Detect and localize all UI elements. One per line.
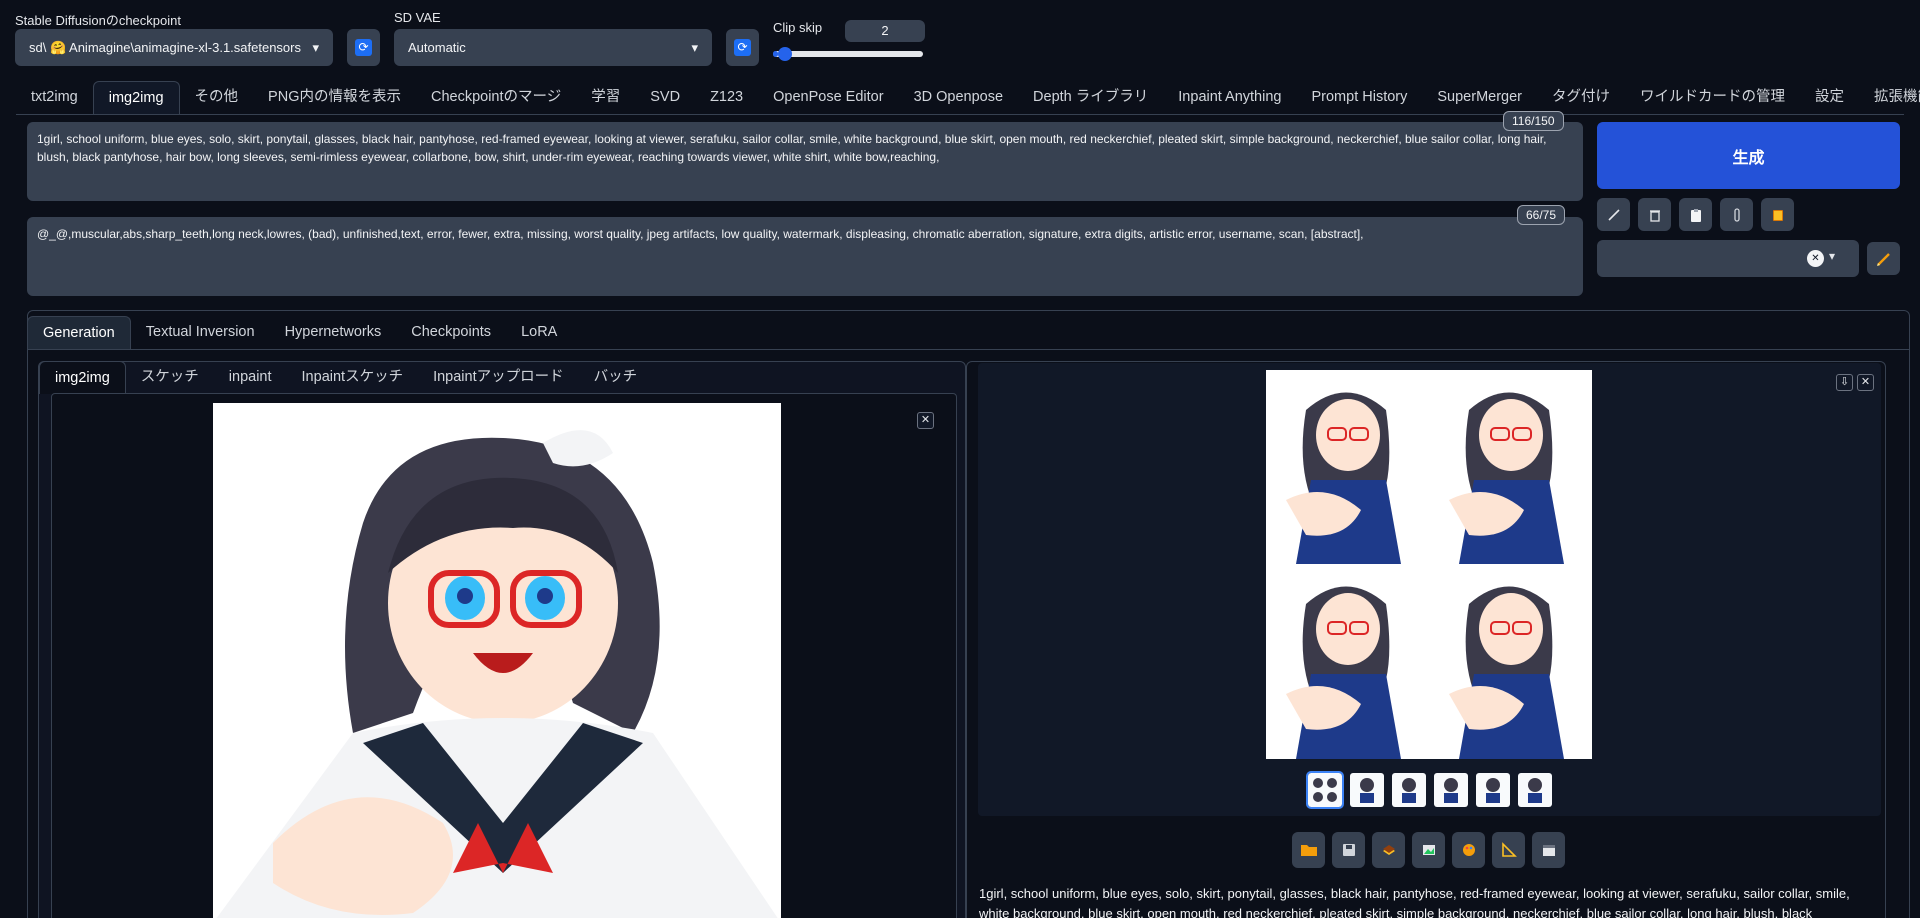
tab-supermerger[interactable]: SuperMerger <box>1422 81 1537 114</box>
tab-hypernetworks[interactable]: Hypernetworks <box>270 316 397 349</box>
thumbnail-2[interactable] <box>1392 773 1426 807</box>
extra-tab-bar: Generation Textual Inversion Hypernetwor… <box>27 316 572 349</box>
tab-lora[interactable]: LoRA <box>506 316 572 349</box>
folder-icon[interactable] <box>1292 832 1325 868</box>
tab-openpose-editor[interactable]: OpenPose Editor <box>758 81 898 114</box>
close-icon[interactable]: ✕ <box>1857 374 1874 391</box>
clip-skip-slider-handle[interactable] <box>777 47 792 61</box>
thumbnail-5[interactable] <box>1518 773 1552 807</box>
output-action-buttons <box>1292 832 1565 868</box>
input-image <box>213 403 781 918</box>
refresh-vae-button[interactable]: ⟳ <box>726 29 759 66</box>
vae-dropdown[interactable]: Automatic ▾ <box>394 29 712 66</box>
checkpoint-label: Stable Diffusionのcheckpoint <box>15 13 181 28</box>
tab-prompt-history[interactable]: Prompt History <box>1296 81 1422 114</box>
thumbnail-4[interactable] <box>1476 773 1510 807</box>
thumbnail-3[interactable] <box>1434 773 1468 807</box>
pencil-icon <box>1876 252 1890 266</box>
tab-txt2img[interactable]: txt2img <box>16 81 93 114</box>
clipboard-icon[interactable] <box>1679 198 1712 231</box>
paperclip-icon[interactable] <box>1720 198 1753 231</box>
tab-z123[interactable]: Z123 <box>695 81 758 114</box>
subtab-batch[interactable]: バッチ <box>579 361 653 394</box>
trash-icon[interactable] <box>1638 198 1671 231</box>
negative-token-counter: 66/75 <box>1517 205 1566 225</box>
img2img-subtab-bar: img2img スケッチ inpaint Inpaintスケッチ Inpaint… <box>39 361 652 394</box>
tab-textual-inversion[interactable]: Textual Inversion <box>131 316 270 349</box>
tab-3d-openpose[interactable]: 3D Openpose <box>899 81 1018 114</box>
tab-other[interactable]: その他 <box>180 81 254 114</box>
refresh-icon: ⟳ <box>355 39 372 56</box>
thumbnail-grid[interactable] <box>1306 771 1344 809</box>
chevron-down-icon: ▾ <box>312 39 319 55</box>
tab-img2img[interactable]: img2img <box>92 81 180 114</box>
output-grid-image[interactable] <box>1266 370 1592 759</box>
vae-label: SD VAE <box>394 10 441 25</box>
tab-depth-library[interactable]: Depth ライブラリ <box>1018 81 1163 114</box>
tab-wildcards[interactable]: ワイルドカードの管理 <box>1625 81 1800 114</box>
tab-extensions[interactable]: 拡張機能 <box>1859 81 1920 114</box>
tab-svd[interactable]: SVD <box>635 81 695 114</box>
download-icon[interactable]: ⇩ <box>1836 374 1853 391</box>
tab-tagging[interactable]: タグ付け <box>1537 81 1625 114</box>
prompt-textarea[interactable]: 1girl, school uniform, blue eyes, solo, … <box>27 122 1583 201</box>
image-icon[interactable] <box>1412 832 1445 868</box>
refresh-checkpoint-button[interactable]: ⟳ <box>347 29 380 66</box>
subtab-sketch[interactable]: スケッチ <box>126 361 214 394</box>
refresh-icon: ⟳ <box>734 39 751 56</box>
main-tab-bar: txt2img img2img その他 PNG内の情報を表示 Checkpoin… <box>16 81 1920 114</box>
tab-generation[interactable]: Generation <box>27 316 131 349</box>
tab-settings[interactable]: 設定 <box>1800 81 1859 114</box>
negative-prompt-textarea[interactable]: @_@,muscular,abs,sharp_teeth,long neck,l… <box>27 217 1583 296</box>
tab-inpaint-anything[interactable]: Inpaint Anything <box>1163 81 1296 114</box>
generation-divider <box>27 349 1910 350</box>
apply-style-button[interactable] <box>1867 242 1900 275</box>
palette-icon[interactable] <box>1452 832 1485 868</box>
chevron-down-icon: ▾ <box>691 39 698 55</box>
subtab-inpaint[interactable]: inpaint <box>214 361 287 394</box>
subtab-inpaint-sketch[interactable]: Inpaintスケッチ <box>287 361 419 394</box>
styles-dropdown[interactable]: ✕ ▾ <box>1597 240 1859 277</box>
tab-train[interactable]: 学習 <box>576 81 635 114</box>
save-icon[interactable] <box>1332 832 1365 868</box>
clapper-icon[interactable] <box>1532 832 1565 868</box>
prompt-token-counter: 116/150 <box>1503 111 1564 131</box>
chevron-down-icon: ▾ <box>1829 249 1836 263</box>
prompt-tools <box>1597 198 1794 231</box>
tab-png-info[interactable]: PNG内の情報を表示 <box>253 81 416 114</box>
subtab-inpaint-upload[interactable]: Inpaintアップロード <box>418 361 579 394</box>
pencil-icon[interactable] <box>1597 198 1630 231</box>
checkpoint-value: sd\ 🤗 Animagine\animagine-xl-3.1.safeten… <box>29 39 301 55</box>
clip-skip-label: Clip skip <box>773 20 823 35</box>
book-icon[interactable] <box>1761 198 1794 231</box>
generate-button[interactable]: 生成 <box>1597 122 1900 189</box>
tab-checkpoints[interactable]: Checkpoints <box>396 316 506 349</box>
checkpoint-dropdown[interactable]: sd\ 🤗 Animagine\animagine-xl-3.1.safeten… <box>15 29 333 66</box>
zip-icon[interactable] <box>1372 832 1405 868</box>
output-grid-illustration <box>1266 370 1592 759</box>
close-icon[interactable]: ✕ <box>917 412 934 429</box>
clip-skip-slider-fill <box>773 51 778 57</box>
gallery-thumbnails <box>1306 771 1552 809</box>
tab-divider <box>16 114 1904 115</box>
tab-checkpoint-merge[interactable]: Checkpointのマージ <box>416 81 576 114</box>
vae-value: Automatic <box>408 40 466 55</box>
ruler-icon[interactable] <box>1492 832 1525 868</box>
anime-girl-illustration <box>213 403 781 918</box>
clip-skip-slider[interactable] <box>773 47 923 61</box>
clip-skip-input[interactable]: 2 <box>845 20 925 42</box>
clear-icon[interactable]: ✕ <box>1807 250 1824 267</box>
output-generation-info: 1girl, school uniform, blue eyes, solo, … <box>979 886 1850 918</box>
thumbnail-1[interactable] <box>1350 773 1384 807</box>
subtab-img2img[interactable]: img2img <box>39 361 126 394</box>
